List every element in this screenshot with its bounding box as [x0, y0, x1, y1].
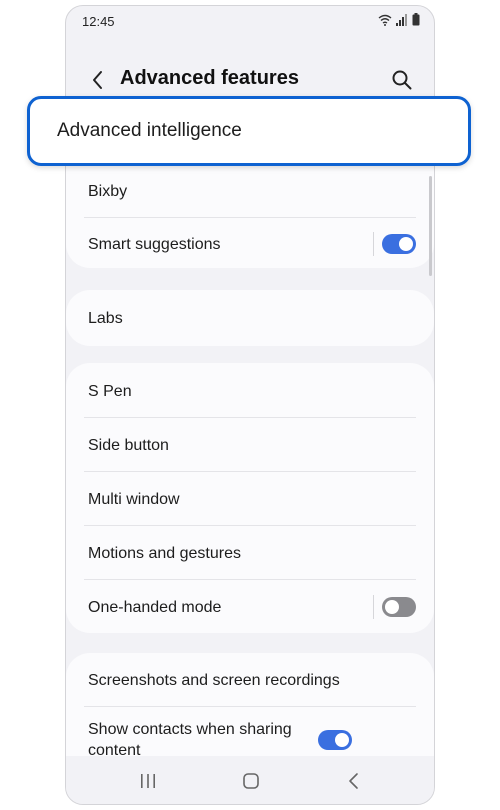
motions-gestures-item[interactable]: Motions and gestures [88, 526, 416, 580]
motions-gestures-label: Motions and gestures [88, 544, 241, 562]
home-icon[interactable] [239, 770, 263, 792]
one-handed-mode-item[interactable]: One-handed mode [88, 580, 416, 634]
one-handed-mode-toggle[interactable] [382, 597, 416, 617]
recent-apps-icon[interactable] [136, 770, 160, 792]
show-contacts-label: Show contacts when sharing content [88, 721, 292, 759]
back-nav-icon[interactable] [342, 770, 366, 792]
side-button-label: Side button [88, 436, 169, 454]
toggle-knob [385, 600, 399, 614]
labs-label: Labs [88, 309, 123, 327]
labs-card: Labs [66, 290, 434, 346]
battery-icon [412, 13, 420, 26]
labs-item[interactable]: Labs [88, 291, 416, 345]
screenshots-item[interactable]: Screenshots and screen recordings [88, 653, 416, 707]
separator [373, 232, 374, 256]
smart-suggestions-item[interactable]: Smart suggestions [88, 217, 416, 271]
s-pen-label: S Pen [88, 382, 132, 400]
navigation-bar [66, 756, 434, 804]
show-contacts-toggle[interactable] [318, 730, 352, 750]
multi-window-label: Multi window [88, 490, 180, 508]
advanced-intelligence-item[interactable]: Advanced intelligence [27, 96, 471, 166]
bixby-item[interactable]: Bixby [88, 164, 416, 218]
advanced-intelligence-label: Advanced intelligence [57, 120, 242, 141]
toggle-knob [399, 237, 413, 251]
one-handed-mode-label: One-handed mode [88, 598, 222, 616]
smart-suggestions-label: Smart suggestions [88, 235, 221, 253]
divider [84, 706, 416, 707]
signal-icon [396, 13, 407, 26]
separator [373, 595, 374, 619]
scrollbar[interactable] [429, 176, 432, 276]
toggle-knob [335, 733, 349, 747]
search-icon[interactable] [390, 68, 414, 92]
status-bar: 12:45 [66, 6, 434, 38]
wifi-icon [378, 14, 392, 26]
multi-window-item[interactable]: Multi window [88, 472, 416, 526]
status-icons [378, 13, 420, 26]
controls-card: S Pen Side button Multi window Motions a… [66, 363, 434, 633]
one-handed-mode-control [373, 595, 416, 619]
side-button-item[interactable]: Side button [88, 418, 416, 472]
screenshots-label: Screenshots and screen recordings [88, 671, 340, 689]
status-time: 12:45 [82, 14, 115, 29]
smart-suggestions-control [373, 232, 416, 256]
smart-suggestions-toggle[interactable] [382, 234, 416, 254]
back-arrow-icon[interactable] [86, 68, 110, 92]
bixby-label: Bixby [88, 182, 128, 200]
s-pen-item[interactable]: S Pen [88, 364, 416, 418]
page-title: Advanced features [120, 67, 299, 89]
